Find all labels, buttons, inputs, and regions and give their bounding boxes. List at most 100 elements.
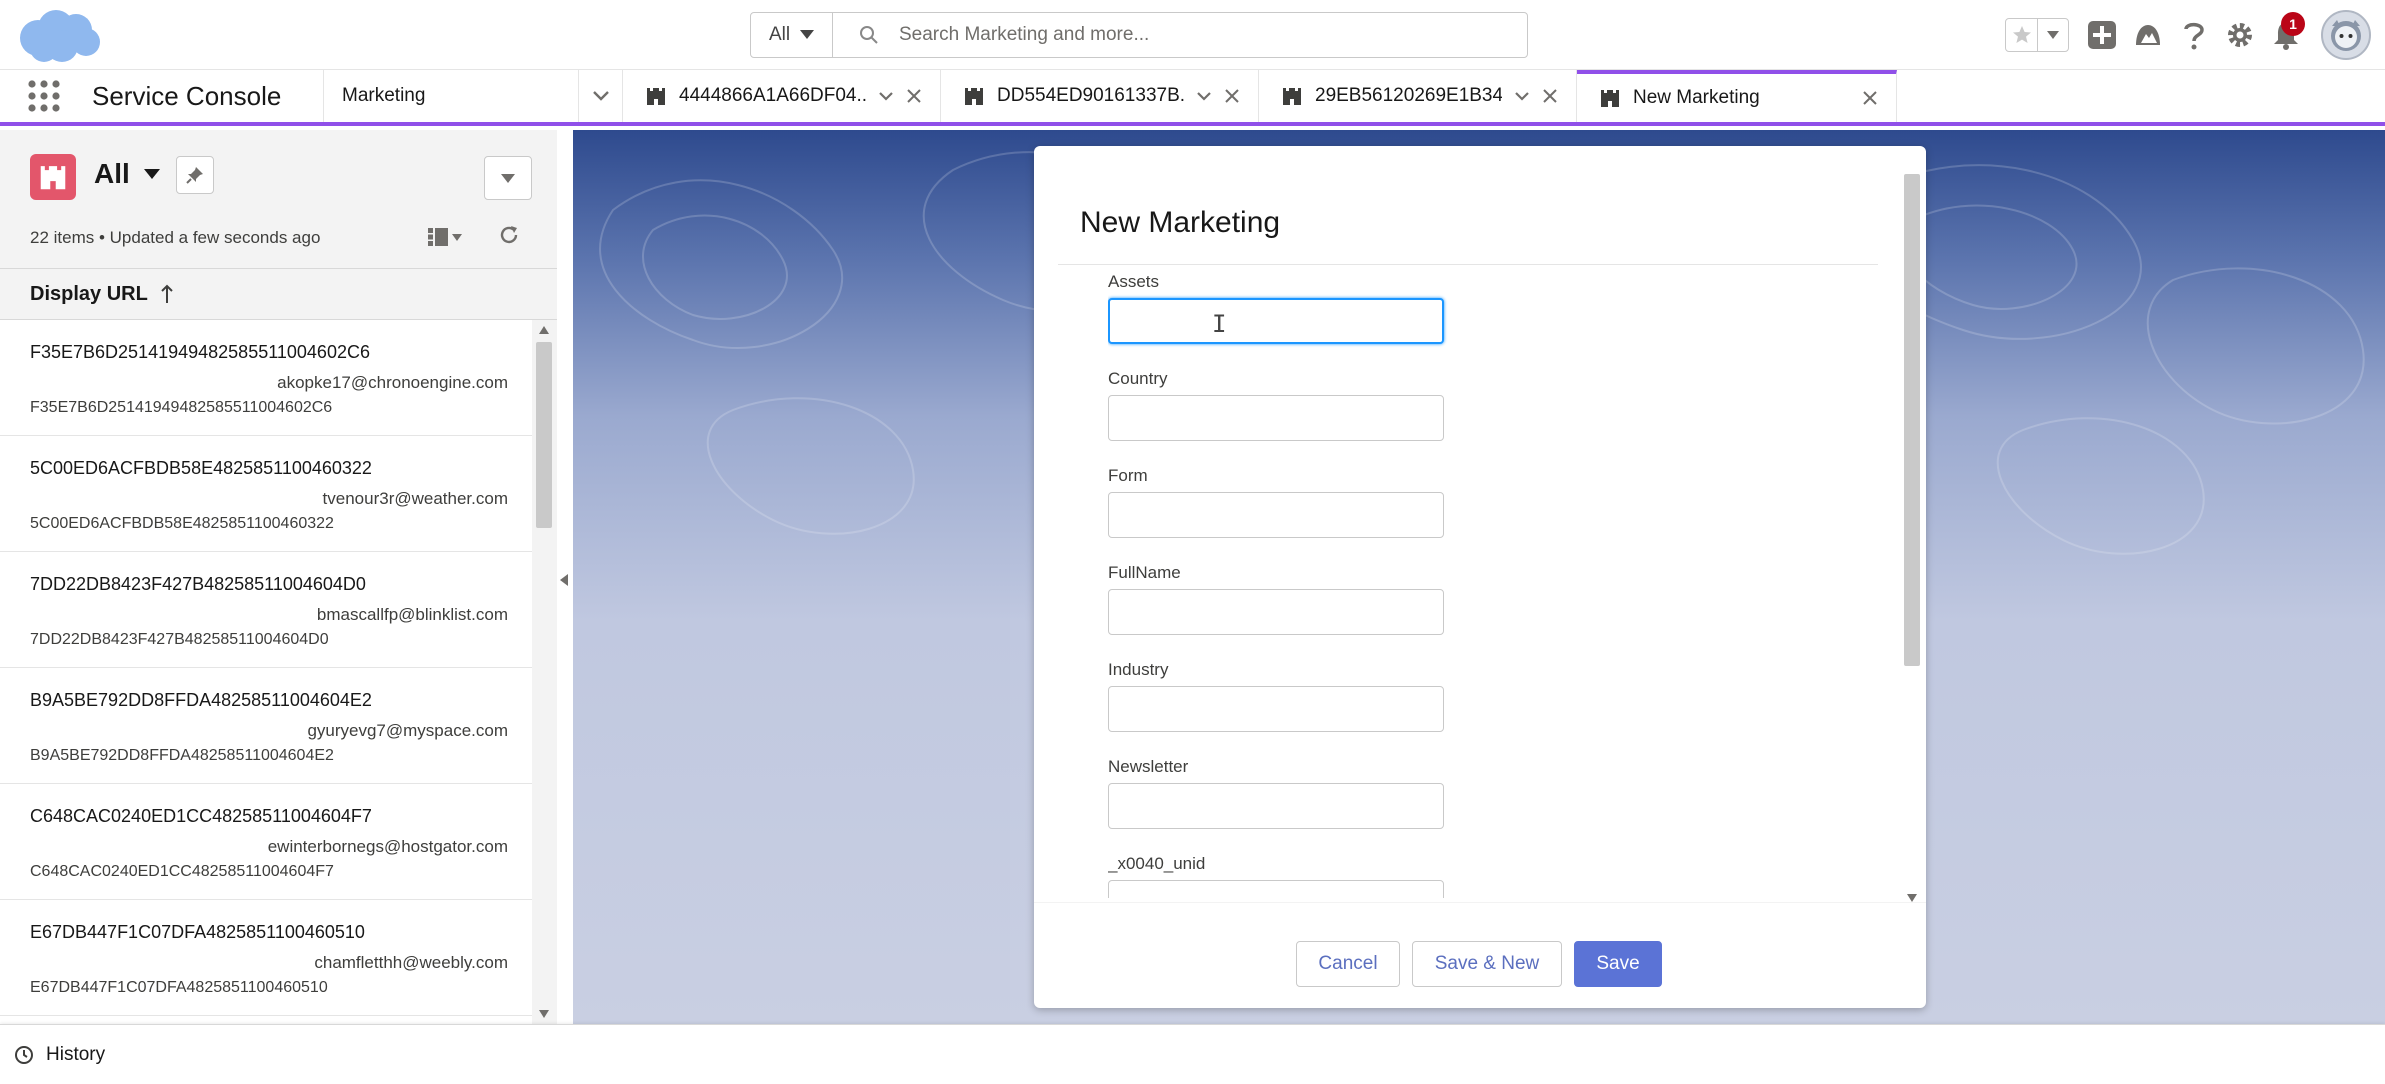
close-icon[interactable] <box>906 88 922 104</box>
modal-scrollbar-thumb[interactable] <box>1904 174 1920 666</box>
new-marketing-modal: New Marketing Assets I Country Form Full… <box>1034 146 1926 1008</box>
notifications-button[interactable]: 1 <box>2263 12 2309 58</box>
search-icon <box>860 26 878 44</box>
arrow-up-icon <box>161 284 173 303</box>
pin-list-view-button[interactable] <box>176 156 214 194</box>
list-item-subtitle: 5C00ED6ACFBDB58E4825851100460322 <box>30 515 334 532</box>
close-icon[interactable] <box>1224 88 1240 104</box>
display-as-button[interactable] <box>428 222 468 252</box>
list-item-subtitle: C648CAC0240ED1CC48258511004604F7 <box>30 863 334 880</box>
help-button[interactable] <box>2171 12 2217 58</box>
list-item[interactable]: E67DB447F1C07DFA4825851100460510 chamfle… <box>0 900 532 1016</box>
modal-divider <box>1058 264 1878 265</box>
text-cursor-icon: I <box>1212 310 1227 338</box>
list-item[interactable]: B9A5BE792DD8FFDA48258511004604E2 gyuryev… <box>0 668 532 784</box>
field-label: Newsletter <box>1108 757 1189 776</box>
list-item[interactable]: 7DD22DB8423F427B48258511004604D0 bmascal… <box>0 552 532 668</box>
search-placeholder: Search Marketing and more... <box>899 24 1150 45</box>
column-header-label: Display URL <box>30 282 148 305</box>
save-button[interactable]: Save <box>1574 941 1662 987</box>
chevron-down-icon[interactable] <box>1196 91 1212 101</box>
modal-title: New Marketing <box>1080 206 1281 239</box>
chevron-down-icon[interactable] <box>878 91 894 101</box>
list-item-subtitle: 7DD22DB8423F427B48258511004604D0 <box>30 631 329 648</box>
list-view-controls-button[interactable] <box>484 156 532 200</box>
pin-icon <box>186 167 203 184</box>
sort-column-header[interactable]: Display URL <box>0 268 557 320</box>
list-view-selector[interactable]: All <box>94 158 160 190</box>
global-actions-button[interactable] <box>2079 12 2125 58</box>
app-launcher-button[interactable] <box>0 70 88 122</box>
favorite-star-button[interactable] <box>2006 19 2038 51</box>
x0040-unid-input[interactable] <box>1108 880 1444 898</box>
castle-icon <box>40 166 66 190</box>
search-scope-label: All <box>768 24 791 45</box>
search-scope-dropdown[interactable]: All <box>751 13 833 57</box>
list-item-title: C648CAC0240ED1CC48258511004604F7 <box>30 806 372 826</box>
history-utility-item[interactable]: History <box>46 1044 105 1066</box>
country-input[interactable] <box>1108 395 1444 441</box>
field-form: Form <box>1108 466 1448 538</box>
list-item[interactable]: F35E7B6D25141949482585511004602C6 akopke… <box>0 320 532 436</box>
list-item[interactable]: 5C00ED6ACFBDB58E4825851100460322 tvenour… <box>0 436 532 552</box>
caret-down-icon <box>800 30 815 39</box>
castle-icon <box>965 88 983 105</box>
field-fullname: FullName <box>1108 563 1448 635</box>
save-and-new-button[interactable]: Save & New <box>1412 941 1562 987</box>
list-scrollbar-thumb[interactable] <box>536 342 552 528</box>
list-item-title: E67DB447F1C07DFA4825851100460510 <box>30 922 365 942</box>
search-input[interactable]: Search Marketing and more... <box>833 24 1527 46</box>
trailhead-button[interactable] <box>2125 12 2171 58</box>
favorites-list-button[interactable] <box>2038 19 2068 51</box>
field-label: Industry <box>1108 660 1169 679</box>
tab-marketing-object[interactable]: Marketing <box>324 70 579 122</box>
list-item-subtitle: F35E7B6D25141949482585511004602C6 <box>30 399 333 416</box>
list-item-email: gyuryevg7@myspace.com <box>307 721 508 740</box>
field-label: Form <box>1108 466 1148 485</box>
newsletter-input[interactable] <box>1108 783 1444 829</box>
fullname-input[interactable] <box>1108 589 1444 635</box>
field-x0040-unid: _x0040_unid <box>1108 854 1448 898</box>
close-icon[interactable] <box>1542 88 1558 104</box>
field-label: _x0040_unid <box>1108 854 1206 873</box>
cancel-button[interactable]: Cancel <box>1296 941 1400 987</box>
list-item-email: bmascallfp@blinklist.com <box>316 605 508 624</box>
modal-scrollbar[interactable] <box>1902 166 1922 902</box>
clock-icon <box>15 1045 33 1064</box>
castle-icon <box>1601 90 1619 107</box>
refresh-button[interactable] <box>494 220 524 250</box>
close-icon[interactable] <box>1862 90 1878 106</box>
record-tab-1[interactable]: 4444866A1A66DF04... <box>623 70 941 122</box>
user-avatar[interactable] <box>2321 10 2371 60</box>
tab-label: New Marketing <box>1633 87 1760 108</box>
list-scrollbar[interactable] <box>532 320 557 1024</box>
field-label: Country <box>1108 369 1168 388</box>
field-assets: Assets I <box>1108 272 1448 344</box>
object-tab-menu-button[interactable] <box>579 70 623 122</box>
list-item-title: F35E7B6D25141949482585511004602C6 <box>30 342 370 362</box>
tab-new-marketing[interactable]: New Marketing <box>1577 70 1897 122</box>
form-input[interactable] <box>1108 492 1444 538</box>
list-item-email: ewinterbornegs@hostgator.com <box>267 837 508 856</box>
chevron-down-icon[interactable] <box>1514 91 1530 101</box>
industry-input[interactable] <box>1108 686 1444 732</box>
castle-icon <box>647 88 665 105</box>
app-name: Service Console <box>88 70 324 122</box>
caret-down-icon <box>2047 31 2059 39</box>
trailhead-icon <box>2136 25 2160 45</box>
salesforce-cloud-logo[interactable] <box>16 8 102 64</box>
scroll-down-arrow-icon <box>539 1010 549 1018</box>
setup-button[interactable] <box>2217 12 2263 58</box>
caret-down-icon <box>452 233 462 241</box>
collapse-split-view-button[interactable] <box>557 540 571 620</box>
astro-avatar-icon <box>2331 20 2361 51</box>
record-tab-2[interactable]: DD554ED90161337B... <box>941 70 1259 122</box>
assets-input[interactable]: I <box>1108 298 1444 344</box>
list-item[interactable]: C648CAC0240ED1CC48258511004604F7 ewinter… <box>0 784 532 900</box>
console-tab-bar: Service Console Marketing 4444866A1A66DF… <box>0 70 2385 126</box>
split-view-list: All 22 items • Updated a few seconds ago… <box>0 130 557 1024</box>
favorites-group <box>2005 18 2069 52</box>
tab-label: 4444866A1A66DF04... <box>679 85 866 106</box>
list-item-email: chamfletthh@weebly.com <box>314 953 508 972</box>
record-tab-3[interactable]: 29EB56120269E1B34... <box>1259 70 1577 122</box>
